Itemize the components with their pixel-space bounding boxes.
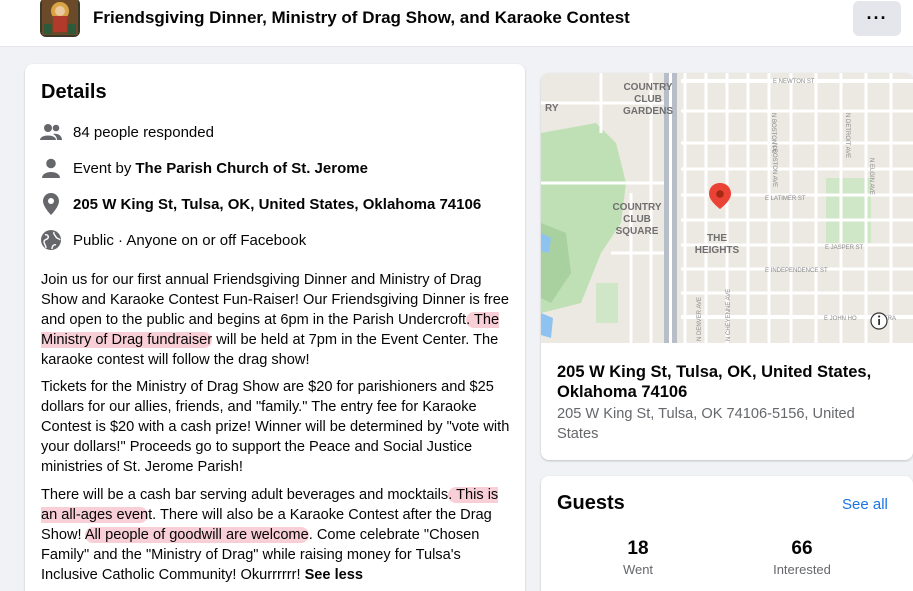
map-label: COUNTRY (612, 202, 661, 213)
map-street-label: E INDEPENDENCE ST (765, 268, 828, 274)
location-pin-icon (39, 192, 63, 216)
map-label: CLUB (623, 214, 651, 225)
map-street-label: E NEWTON ST (773, 79, 815, 85)
event-thumbnail[interactable] (40, 0, 80, 37)
see-all-link[interactable]: See all (842, 496, 888, 513)
people-icon (39, 120, 63, 144)
interested-count: 66 (791, 538, 813, 559)
went-stat[interactable]: 18 Went (578, 538, 698, 577)
description-paragraph-1: Join us for our first annual Friendsgivi… (41, 270, 517, 370)
description-paragraph-2: Tickets for the Ministry of Drag Show ar… (41, 377, 517, 477)
map-label: RY (545, 103, 559, 114)
map-info-icon[interactable] (870, 312, 888, 330)
organizer-row: Event by The Parish Church of St. Jerome (39, 156, 368, 180)
map-street-label: N DETROIT AVE (844, 113, 850, 158)
event-by-prefix: Event by (73, 159, 132, 177)
responded-text: 84 people responded (73, 123, 214, 141)
desc-highlight: All people of goodwill are welcome (84, 527, 309, 543)
address-row: 205 W King St, Tulsa, OK, United States,… (39, 192, 481, 216)
guests-heading: Guests (557, 492, 625, 514)
map-street-label: E JASPER ST (825, 245, 864, 251)
privacy-text: Public · Anyone on or off Facebook (73, 231, 307, 249)
person-icon (39, 156, 63, 180)
location-card: COUNTRY CLUB GARDENS COUNTRY CLUB SQUARE… (541, 73, 913, 460)
event-title: Friendsgiving Dinner, Ministry of Drag S… (93, 8, 630, 27)
interested-stat[interactable]: 66 Interested (742, 538, 862, 577)
desc-text: There will be a cash bar serving adult b… (41, 487, 449, 503)
map-street-label: N DENVER AVE (697, 297, 703, 341)
privacy-row: Public · Anyone on or off Facebook (39, 228, 306, 252)
details-card: Details 84 people responded Event by The… (25, 64, 525, 591)
map-label: GARDENS (623, 106, 673, 117)
guests-card: Guests See all 18 Went 66 Interested (541, 476, 913, 591)
desc-text: Join us for our first annual Friendsgivi… (41, 272, 510, 328)
map-street-label: N CHEYENNE AVE (726, 289, 732, 341)
went-count: 18 (627, 538, 649, 559)
map-view[interactable]: COUNTRY CLUB GARDENS COUNTRY CLUB SQUARE… (541, 73, 913, 343)
event-header-bar: Friendsgiving Dinner, Ministry of Drag S… (0, 0, 913, 47)
map-label: CLUB (634, 94, 662, 105)
went-label: Went (622, 562, 654, 577)
description-paragraph-3: There will be a cash bar serving adult b… (41, 485, 517, 585)
more-options-button[interactable]: ··· (853, 1, 901, 36)
map-label: THE (707, 233, 727, 244)
map-street-label: N ELGIN AVE (868, 158, 874, 195)
address-link[interactable]: 205 W King St, Tulsa, OK, United States,… (73, 196, 481, 213)
map-street-label: N BOSTON AVE (771, 143, 777, 187)
map-label: COUNTRY (623, 82, 672, 93)
map-label: SQUARE (616, 226, 659, 237)
map-street-label: E JOHN HO (824, 316, 857, 322)
organizer-link[interactable]: The Parish Church of St. Jerome (135, 160, 368, 177)
interested-label: Interested (773, 562, 831, 577)
responded-row: 84 people responded (39, 120, 214, 144)
map-label: HEIGHTS (695, 245, 740, 256)
see-less-link[interactable]: See less (305, 567, 363, 583)
location-subtitle: 205 W King St, Tulsa, OK 74106-5156, Uni… (557, 406, 855, 442)
map-street-label: E LATIMER ST (765, 196, 806, 202)
location-title: 205 W King St, Tulsa, OK, United States,… (557, 363, 872, 401)
desc-text: Tickets for the Ministry of Drag Show ar… (41, 379, 510, 475)
more-icon: ··· (866, 8, 888, 28)
details-heading: Details (41, 81, 107, 103)
globe-icon (39, 228, 63, 252)
